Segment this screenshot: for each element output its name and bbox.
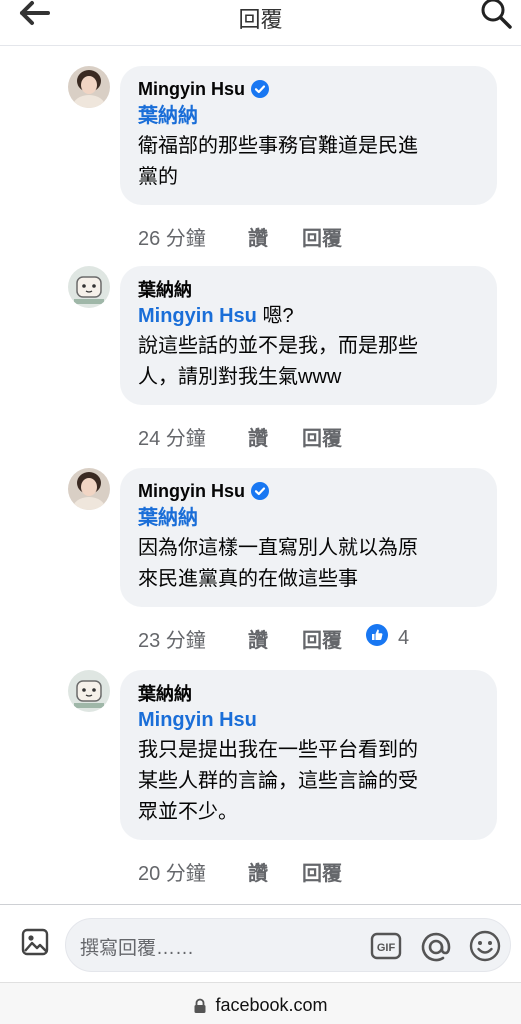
mention-link[interactable]: Mingyin Hsu: [138, 305, 257, 327]
browser-address-bar[interactable]: facebook.com: [0, 982, 521, 1024]
verified-badge-icon: [251, 482, 269, 500]
mention-link[interactable]: Mingyin Hsu: [138, 705, 479, 735]
verified-badge-icon: [251, 80, 269, 98]
page-title: 回覆: [238, 7, 283, 32]
comment-actions: 26 分鐘 讚 回覆: [138, 221, 364, 251]
author-name[interactable]: 葉納納: [138, 276, 192, 302]
url-text: facebook.com: [215, 995, 328, 1015]
reply-button[interactable]: 回覆: [302, 857, 364, 886]
photo-icon[interactable]: [20, 927, 50, 957]
author-name[interactable]: Mingyin Hsu: [138, 481, 245, 502]
reaction-summary[interactable]: 4: [366, 624, 409, 652]
reply-button[interactable]: 回覆: [302, 222, 364, 251]
mention-link[interactable]: 葉納納: [138, 101, 479, 131]
comment-actions: 23 分鐘 讚 回覆 4: [138, 623, 409, 653]
like-button[interactable]: 讚: [248, 222, 302, 251]
reply-composer: 撰寫回覆…… GIF: [0, 904, 521, 982]
comment-actions: 20 分鐘 讚 回覆: [138, 856, 364, 886]
search-icon[interactable]: [479, 0, 513, 30]
comment-bubble[interactable]: Mingyin Hsu 葉納納 因為你這樣一直寫別人就以為原 來民進黨真的在做這…: [120, 468, 497, 607]
like-thumb-icon: [366, 624, 388, 652]
timestamp: 26 分鐘: [138, 227, 206, 250]
top-nav-bar: 回覆: [0, 0, 521, 46]
lock-icon: [193, 998, 207, 1014]
reply-input-placeholder: 撰寫回覆……: [80, 938, 195, 959]
avatar[interactable]: [68, 66, 110, 108]
comment-text-line: 人，請別對我生氣www: [138, 366, 342, 388]
like-button[interactable]: 讚: [248, 624, 302, 653]
timestamp: 24 分鐘: [138, 427, 206, 450]
reply-input[interactable]: 撰寫回覆…… GIF: [65, 918, 511, 972]
comment-text-line: 眾並不少。: [138, 801, 238, 823]
reaction-count: 4: [398, 626, 410, 649]
avatar[interactable]: [68, 468, 110, 510]
comment-text-line: 衛福部的那些事務官難道是民進: [138, 135, 418, 157]
gif-icon[interactable]: GIF: [370, 932, 402, 960]
reply-button[interactable]: 回覆: [302, 422, 364, 451]
author-name[interactable]: Mingyin Hsu: [138, 79, 245, 100]
reply-thread: Mingyin Hsu 葉納納 衛福部的那些事務官難道是民進 黨的 26 分鐘 …: [0, 46, 521, 904]
avatar[interactable]: [68, 266, 110, 308]
avatar[interactable]: [68, 670, 110, 712]
comment-text-line: 嗯?: [256, 305, 294, 327]
reply-button[interactable]: 回覆: [302, 624, 364, 653]
mention-link[interactable]: 葉納納: [138, 503, 479, 533]
comment-bubble[interactable]: 葉納納 Mingyin Hsu 我只是提出我在一些平台看到的 某些人群的言論，這…: [120, 670, 497, 840]
like-button[interactable]: 讚: [248, 422, 302, 451]
comment-text-line: 因為你這樣一直寫別人就以為原: [138, 537, 418, 559]
comment-text-line: 來民進黨真的在做這些事: [138, 568, 358, 590]
comment-text-line: 某些人群的言論，這些言論的受: [138, 770, 418, 792]
comment-bubble[interactable]: 葉納納 Mingyin Hsu 嗯? 說這些話的並不是我，而是那些 人，請別對我…: [120, 266, 497, 405]
comment-text-line: 黨的: [138, 166, 178, 188]
timestamp: 20 分鐘: [138, 862, 206, 885]
emoji-icon[interactable]: [468, 929, 502, 963]
comment-actions: 24 分鐘 讚 回覆: [138, 421, 364, 451]
comment-text-line: 我只是提出我在一些平台看到的: [138, 739, 418, 761]
like-button[interactable]: 讚: [248, 857, 302, 886]
comment-bubble[interactable]: Mingyin Hsu 葉納納 衛福部的那些事務官難道是民進 黨的: [120, 66, 497, 205]
comment-text-line: 說這些話的並不是我，而是那些: [138, 335, 418, 357]
timestamp: 23 分鐘: [138, 629, 206, 652]
gif-label: GIF: [377, 942, 396, 954]
mention-at-icon[interactable]: [419, 930, 453, 964]
author-name[interactable]: 葉納納: [138, 680, 192, 706]
